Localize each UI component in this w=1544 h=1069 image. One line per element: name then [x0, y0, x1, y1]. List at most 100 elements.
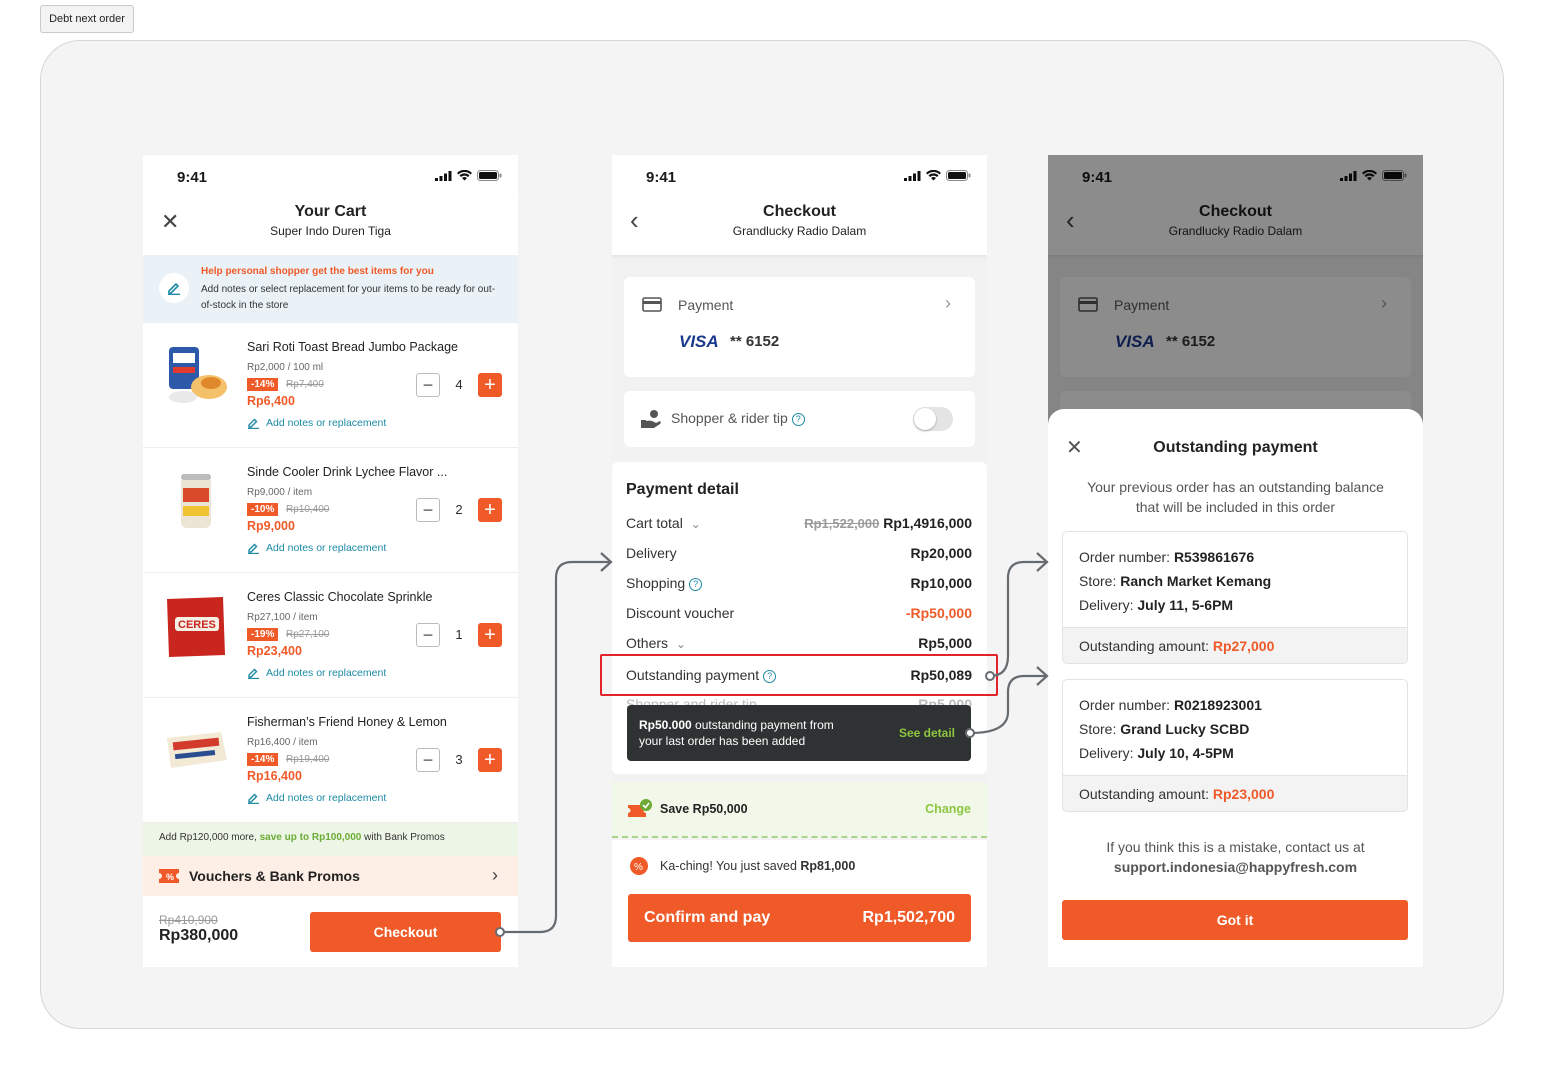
tip-hand-icon [641, 410, 661, 428]
increase-button[interactable]: + [478, 373, 502, 397]
row-label: Shopping [626, 575, 686, 591]
sheet-desc-2: that will be included in this order [1135, 499, 1336, 515]
page-title: Your Cart [294, 203, 367, 220]
add-notes-label: Add notes or replacement [266, 667, 387, 679]
status-bar: 9:41 [612, 155, 987, 199]
order-card: Order number: R539861676 Store: Ranch Ma… [1062, 531, 1408, 664]
decrease-button[interactable]: − [416, 623, 440, 647]
quantity-value: 4 [455, 377, 463, 392]
pencil-icon [248, 418, 259, 429]
original-price: Rp19,400 [286, 754, 330, 765]
close-icon[interactable]: ✕ [161, 209, 179, 235]
product-image [161, 341, 231, 411]
store-name: Ranch Market Kemang [1120, 573, 1272, 589]
see-detail-link[interactable]: See detail [899, 725, 955, 741]
product-price: Rp9,000 [247, 519, 295, 533]
support-email-link[interactable]: support.indonesia@happyfresh.com [1048, 857, 1423, 877]
row-label: Cart total [626, 515, 683, 531]
vouchers-button[interactable]: % Vouchers & Bank Promos › [143, 856, 518, 896]
payment-label: Payment [678, 297, 734, 313]
help-icon[interactable]: ? [689, 577, 703, 591]
tip-text: Add notes or select replacement for your… [201, 284, 496, 311]
sheet-description: Your previous order has an outstanding b… [1048, 477, 1423, 517]
product-name[interactable]: Fisherman’s Friend Honey & Lemon [247, 715, 447, 729]
discount-row: Discount voucher -Rp50,000 [626, 605, 972, 621]
product-name[interactable]: Ceres Classic Chocolate Sprinkle [247, 590, 433, 604]
discount-badge: -14% [247, 378, 279, 391]
add-notes-label: Add notes or replacement [266, 542, 387, 554]
tip-toggle[interactable] [913, 407, 953, 431]
sheet-desc-1: Your previous order has an outstanding b… [1087, 479, 1384, 495]
decrease-button[interactable]: − [416, 373, 440, 397]
change-voucher-link[interactable]: Change [925, 802, 971, 816]
got-it-button[interactable]: Got it [1062, 900, 1408, 940]
page-subtitle: Grandlucky Radio Dalam [732, 224, 867, 238]
save-label: Save Rp50,000 [660, 802, 748, 816]
cart-total-row[interactable]: Cart total ⌄ Rp1,522,000 Rp1,4916,000 [626, 515, 972, 531]
original-price: Rp10,400 [286, 504, 330, 515]
add-notes-link[interactable]: Add notes or replacement [247, 792, 386, 804]
order-label: Order number: [1079, 697, 1171, 713]
chevron-down-icon: ⌄ [675, 637, 686, 651]
discount-badge: -14% [247, 753, 279, 766]
decrease-button[interactable]: − [416, 748, 440, 772]
shopper-tip-banner: Help personal shopper get the best items… [143, 255, 518, 323]
cart-item: Sari Roti Toast Bread Jumbo Package Rp2,… [143, 323, 518, 448]
saved-text: Ka-ching! You just saved Rp81,000 [660, 859, 855, 873]
vouchers-label: Vouchers & Bank Promos [189, 868, 360, 884]
toast-text-1: outstanding payment from [695, 718, 834, 732]
amount-label: Outstanding amount: [1079, 638, 1209, 654]
cart-item: Fisherman’s Friend Honey & Lemon Rp16,40… [143, 698, 518, 823]
add-notes-link[interactable]: Add notes or replacement [247, 542, 386, 554]
delivery-time: July 11, 5-6PM [1137, 597, 1234, 613]
back-arrow-icon[interactable]: ‹ [630, 205, 639, 236]
decrease-button[interactable]: − [416, 498, 440, 522]
chevron-right-icon: › [492, 865, 498, 885]
total-original: Rp410,900 [159, 913, 218, 927]
delivery-row: Delivery Rp20,000 [626, 545, 972, 561]
increase-button[interactable]: + [478, 623, 502, 647]
tip-title: Help personal shopper get the best items… [201, 266, 434, 277]
status-time: 9:41 [646, 169, 677, 186]
product-price: Rp23,400 [247, 644, 302, 658]
row-value: -Rp50,000 [905, 605, 972, 621]
checkout-button[interactable]: Checkout [310, 912, 501, 952]
checkout-header: ‹ Checkout Grandlucky Radio Dalam [612, 199, 987, 255]
voucher-icon: % [159, 869, 179, 883]
confirm-pay-button[interactable]: Confirm and pay Rp1,502,700 [628, 894, 971, 942]
outstanding-highlight [600, 654, 998, 696]
add-notes-link[interactable]: Add notes or replacement [247, 667, 386, 679]
pencil-icon [248, 793, 259, 804]
increase-button[interactable]: + [478, 748, 502, 772]
product-image [161, 466, 231, 536]
outstanding-amount: Rp23,000 [1212, 786, 1275, 802]
payment-card[interactable]: Payment › VISA ** 6152 [624, 277, 975, 377]
delivery-label: Delivery: [1079, 745, 1134, 761]
voucher-check-icon [628, 799, 652, 817]
saved-amount: Rp81,000 [800, 859, 856, 873]
row-old-value: Rp1,522,000 [804, 516, 880, 531]
card-number: ** 6152 [730, 333, 780, 350]
confirm-area: % Ka-ching! You just saved Rp81,000 Conf… [612, 840, 987, 967]
store-label: Store: [1079, 721, 1117, 737]
increase-button[interactable]: + [478, 498, 502, 522]
help-icon[interactable]: ? [791, 412, 805, 426]
outstanding-toast: Rp50.000 outstanding payment from your l… [627, 705, 971, 761]
row-value: Rp5,000 [918, 635, 972, 651]
product-price: Rp16,400 [247, 769, 302, 783]
outstanding-screen: 9:41 ‹ Checkout Grandlucky Radio Dalam P… [1048, 155, 1423, 967]
add-notes-link[interactable]: Add notes or replacement [247, 417, 386, 429]
page-tab[interactable]: Debt next order [40, 5, 134, 33]
status-icons [435, 170, 502, 181]
svg-text:%: % [634, 862, 643, 873]
others-row[interactable]: Others ⌄ Rp5,000 [626, 635, 972, 651]
visa-logo: VISA [679, 332, 719, 351]
product-price: Rp6,400 [247, 394, 295, 408]
product-image: CERES [161, 591, 231, 661]
quantity-value: 1 [455, 627, 463, 642]
product-name[interactable]: Sinde Cooler Drink Lychee Flavor ... [247, 465, 447, 479]
unit-price: Rp16,400 / item [247, 737, 318, 748]
product-name[interactable]: Sari Roti Toast Bread Jumbo Package [247, 340, 458, 354]
discount-badge: -19% [247, 628, 279, 641]
row-label: Delivery [626, 545, 677, 561]
